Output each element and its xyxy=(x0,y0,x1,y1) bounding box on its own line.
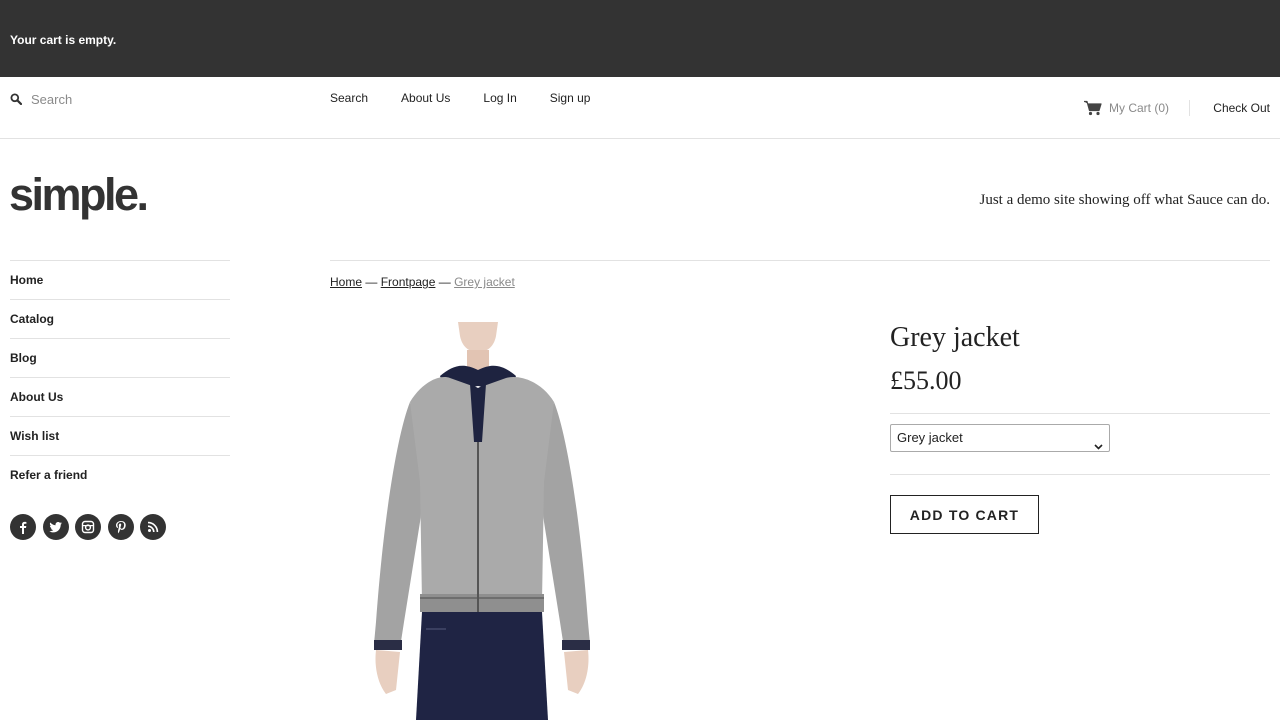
divider xyxy=(890,413,1270,414)
product-image[interactable] xyxy=(370,322,594,720)
nav-link-sign-up[interactable]: Sign up xyxy=(550,91,591,105)
cart-icon[interactable] xyxy=(1084,100,1102,116)
variant-selected-value: Grey jacket xyxy=(897,430,963,445)
search-input[interactable] xyxy=(31,91,281,107)
divider xyxy=(890,474,1270,475)
search-box xyxy=(10,91,290,107)
site-logo[interactable]: simple. xyxy=(9,167,149,223)
sidebar-item-home[interactable]: Home xyxy=(10,261,230,300)
sidebar-item-wish-list[interactable]: Wish list xyxy=(10,417,230,456)
sidebar-navigation: Home Catalog Blog About Us Wish list Ref… xyxy=(10,260,230,495)
my-cart-link[interactable]: My Cart (0) xyxy=(1109,101,1169,115)
breadcrumb-separator: — xyxy=(365,275,378,289)
nav-link-about-us[interactable]: About Us xyxy=(401,91,450,105)
cart-notice-bar: Your cart is empty. xyxy=(0,0,1280,77)
content-divider xyxy=(330,260,1270,261)
nav-link-search[interactable]: Search xyxy=(330,91,368,105)
facebook-icon[interactable] xyxy=(10,514,36,540)
add-to-cart-button[interactable]: ADD TO CART xyxy=(890,495,1039,534)
product-title: Grey jacket xyxy=(890,322,1020,353)
site-tagline: Just a demo site showing off what Sauce … xyxy=(979,192,1270,208)
nav-link-log-in[interactable]: Log In xyxy=(483,91,516,105)
breadcrumb: Home — Frontpage — Grey jacket xyxy=(330,275,515,289)
pinterest-icon[interactable] xyxy=(107,514,134,540)
sidebar-item-about-us[interactable]: About Us xyxy=(10,378,230,417)
check-out-link[interactable]: Check Out xyxy=(1213,101,1270,115)
cart-empty-message: Your cart is empty. xyxy=(10,33,117,47)
breadcrumb-current: Grey jacket xyxy=(454,275,515,289)
product-price: £55.00 xyxy=(890,366,962,395)
breadcrumb-separator: — xyxy=(438,275,451,289)
sidebar-item-refer-a-friend[interactable]: Refer a friend xyxy=(10,456,230,495)
my-cart[interactable]: My Cart (0) xyxy=(1084,100,1169,116)
sidebar-item-blog[interactable]: Blog xyxy=(10,339,230,378)
variant-select[interactable]: Grey jacket xyxy=(890,424,1110,452)
chevron-down-icon xyxy=(1094,434,1103,450)
twitter-icon[interactable] xyxy=(42,514,69,540)
sidebar-item-catalog[interactable]: Catalog xyxy=(10,300,230,339)
social-links xyxy=(10,514,173,540)
header-links: Search About Us Log In Sign up xyxy=(330,91,623,105)
top-navigation: Search About Us Log In Sign up My Cart (… xyxy=(0,77,1280,139)
breadcrumb-frontpage[interactable]: Frontpage xyxy=(381,275,436,289)
divider xyxy=(1189,100,1190,116)
instagram-icon[interactable] xyxy=(75,514,101,540)
breadcrumb-home[interactable]: Home xyxy=(330,275,362,289)
rss-icon[interactable] xyxy=(140,514,166,540)
search-icon[interactable] xyxy=(10,92,23,106)
